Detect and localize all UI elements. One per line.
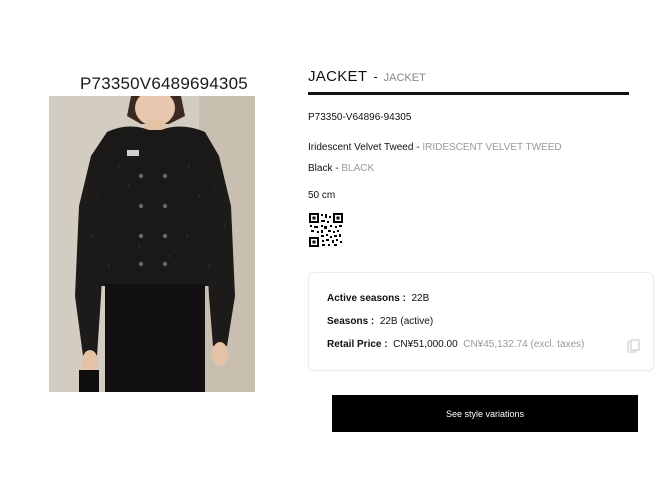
seasons-row: Seasons : 22B (active) [327,316,433,327]
pricing-info-card: Active seasons : 22B Seasons : 22B (acti… [308,272,654,371]
copy-icon[interactable] [627,339,641,353]
product-size: 50 cm [308,190,336,201]
active-seasons-value: 22B [411,293,430,304]
material-alt-label: IRIDESCENT VELVET TWEED [422,142,562,153]
material-label: Iridescent Velvet Tweed [308,142,414,153]
product-photo [49,96,255,392]
color-alt-label: BLACK [341,163,375,174]
product-material: Iridescent Velvet Tweed - IRIDESCENT VEL… [308,142,562,153]
seasons-value: 22B (active) [379,316,434,327]
product-title: JACKET [308,68,368,85]
product-color: Black - BLACK [308,163,374,174]
product-code-title: P73350V6489694305 [80,74,248,93]
active-seasons-label: Active seasons : [327,293,406,304]
product-reference: P73350-V64896-94305 [308,112,412,123]
retail-price-value: CN¥51,000.00 [393,339,458,350]
qr-code-icon[interactable] [308,212,344,248]
see-style-variations-button[interactable]: See style variations [332,395,638,432]
seasons-label: Seasons : [327,316,375,327]
retail-price-label: Retail Price : [327,339,388,350]
product-subtitle: JACKET [383,72,426,84]
model-wearing-jacket-image [49,96,255,392]
retail-price-row: Retail Price : CN¥51,000.00 CN¥45,132.74… [327,339,584,350]
product-header: JACKET - JACKET [308,68,426,85]
active-seasons-row: Active seasons : 22B [327,293,429,304]
color-separator: - [332,163,342,174]
header-divider [308,92,629,95]
color-label: Black [308,163,333,174]
title-separator: - [373,69,378,84]
retail-price-excl-taxes: CN¥45,132.74 (excl. taxes) [463,339,585,350]
material-separator: - [413,142,423,153]
